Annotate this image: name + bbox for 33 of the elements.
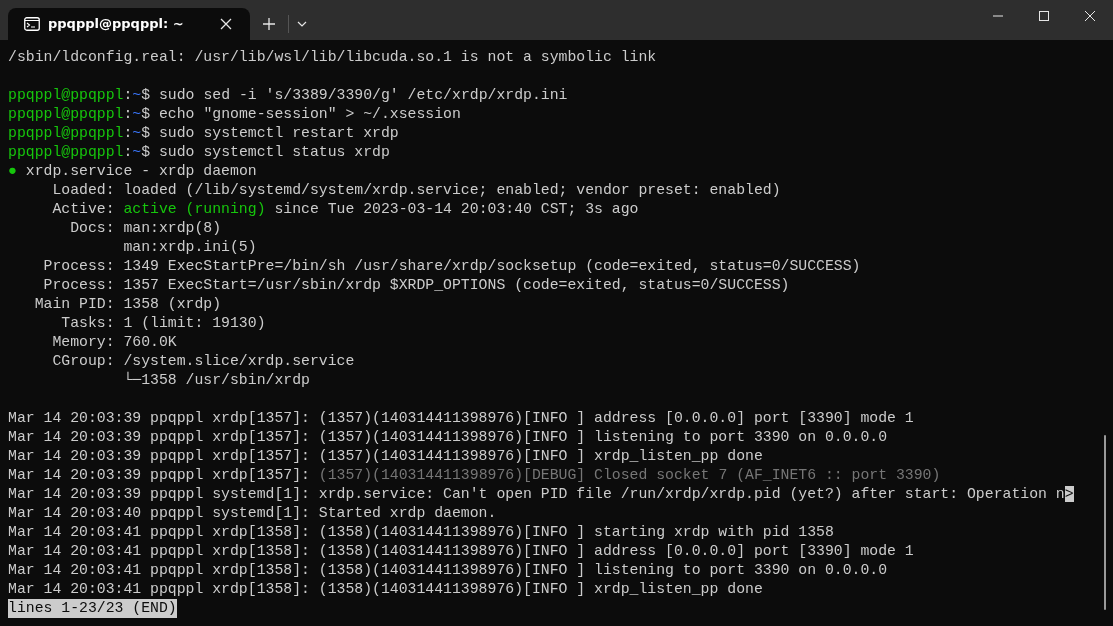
tab-title: ppqppl@ppqppl: ~ [48, 15, 185, 34]
terminal-line: ppqppl@ppqppl:~$ echo "gnome-session" > ~/.xsession [8, 105, 461, 124]
terminal-line: Mar 14 20:03:41 ppqppl xrdp[1358]: (1358)(140314411398976)[INFO ] xrdp_listen_pp done [8, 580, 763, 599]
terminal-line: └─1358 /usr/sbin/xrdp [122, 371, 310, 390]
terminal-line: Mar 14 20:03:41 ppqppl xrdp[1358]: (1358)(140314411398976)[INFO ] address [0.0.0.0] port [3390] mode 1 [8, 542, 914, 561]
terminal-line: Main PID: 1358 (xrdp) [33, 295, 222, 314]
terminal-tab[interactable]: ppqppl@ppqppl: ~ [8, 8, 250, 40]
terminal-icon [24, 17, 40, 31]
terminal-line: Mar 14 20:03:39 ppqppl xrdp[1357]: (1357)(140314411398976)[INFO ] xrdp_listen_pp done [8, 447, 763, 466]
terminal-line: Mar 14 20:03:41 ppqppl xrdp[1358]: (1358)(140314411398976)[INFO ] starting xrdp with pid 1358 [8, 523, 834, 542]
terminal-line: Process: 1357 ExecStart=/usr/sbin/xrdp $XRDP_OPTIONS (code=exited, status=0/SUCCESS) [42, 276, 790, 295]
pager-status: lines 1-23/23 (END) [8, 599, 177, 618]
terminal-line: ppqppl@ppqppl:~$ sudo systemctl restart xrdp [8, 124, 399, 143]
terminal-line: Memory: 760.0K [51, 333, 177, 352]
terminal-line: ● xrdp.service - xrdp daemon [8, 162, 257, 181]
terminal-line: Mar 14 20:03:39 ppqppl xrdp[1357]: (1357)(140314411398976)[DEBUG] Closed socket 7 (AF_INET6 :: port 3390) [8, 466, 941, 485]
terminal-line: Mar 14 20:03:39 ppqppl xrdp[1357]: (1357)(140314411398976)[INFO ] listening to port 3390 on 0.0.0.0 [8, 428, 888, 447]
scrollbar[interactable] [1104, 435, 1106, 610]
terminal-line: ppqppl@ppqppl:~$ sudo systemctl status xrdp [8, 143, 390, 162]
terminal-line: Mar 14 20:03:39 ppqppl xrdp[1357]: (1357)(140314411398976)[INFO ] address [0.0.0.0] port [3390] mode 1 [8, 409, 914, 428]
terminal-line: Mar 14 20:03:39 ppqppl systemd[1]: xrdp.service: Can't open PID file /run/xrdp/xrdp.pid (yet?) after start: Operation n> [8, 485, 1074, 504]
terminal-line: CGroup: /system.slice/xrdp.service [51, 352, 355, 371]
terminal-line: Mar 14 20:03:41 ppqppl xrdp[1358]: (1358)(140314411398976)[INFO ] listening to port 3390 on 0.0.0.0 [8, 561, 888, 580]
terminal-line: Process: 1349 ExecStartPre=/bin/sh /usr/share/xrdp/socksetup (code=exited, status=0/SUCCESS) [42, 257, 861, 276]
terminal-line: Active: active (running) since Tue 2023-03-14 20:03:40 CST; 3s ago [51, 200, 639, 219]
terminal-line: Loaded: loaded (/lib/systemd/system/xrdp.service; enabled; vendor preset: enabled) [51, 181, 781, 200]
terminal-line: man:xrdp.ini(5) [122, 238, 257, 257]
terminal-line: Mar 14 20:03:40 ppqppl systemd[1]: Started xrdp daemon. [8, 504, 497, 523]
terminal-line: Docs: man:xrdp(8) [69, 219, 222, 238]
close-tab-icon[interactable] [218, 16, 234, 32]
terminal-line: Tasks: 1 (limit: 19130) [60, 314, 266, 333]
terminal-line: ppqppl@ppqppl:~$ sudo sed -i 's/3389/3390/g' /etc/xrdp/xrdp.ini [8, 86, 568, 105]
terminal-line: /sbin/ldconfig.real: /usr/lib/wsl/lib/libcuda.so.1 is not a symbolic link [8, 48, 657, 67]
